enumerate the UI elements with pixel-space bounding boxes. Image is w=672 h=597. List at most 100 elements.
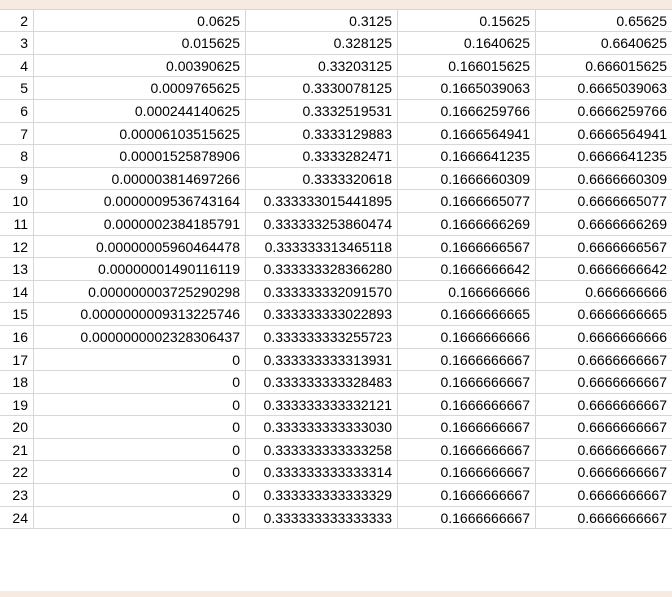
cell-column-a[interactable]: 0.00390625 <box>34 54 246 77</box>
cell-column-d[interactable]: 0.6666666667 <box>536 507 672 529</box>
cell-column-b[interactable]: 0.3333282471 <box>246 145 398 167</box>
cell-column-d[interactable]: 0.666015625 <box>536 55 672 77</box>
cell-column-c[interactable]: 0.1666660309 <box>398 167 536 190</box>
cell-column-a[interactable]: 0.000244140625 <box>34 99 246 122</box>
cell-column-b[interactable]: 0.3125 <box>246 9 398 32</box>
row-number-cell: 11 <box>0 212 34 235</box>
cell-column-d[interactable]: 0.6666660309 <box>536 168 672 190</box>
cell-column-d[interactable]: 0.65625 <box>536 10 672 32</box>
cell-column-c[interactable]: 0.1666666667 <box>398 416 536 438</box>
cell-column-b[interactable]: 0.3330078125 <box>246 77 398 99</box>
cell-column-d[interactable]: 0.6666666665 <box>536 303 672 325</box>
cell-column-d[interactable]: 0.6666666269 <box>536 213 672 235</box>
row-number-cell: 4 <box>0 54 34 77</box>
cell-column-d[interactable]: 0.6666666667 <box>536 484 672 506</box>
cell-column-c[interactable]: 0.1665039063 <box>398 77 536 99</box>
cell-column-a[interactable]: 0 <box>34 484 246 506</box>
cell-column-b[interactable]: 0.333333313465118 <box>246 235 398 258</box>
cell-column-c[interactable]: 0.1666666667 <box>398 484 536 506</box>
table-row: 2 0.0625 0.3125 0.15625 0.65625 <box>0 9 672 33</box>
cell-column-c[interactable]: 0.1666666666 <box>398 325 536 348</box>
cell-column-b[interactable]: 0.333333333333030 <box>246 416 398 438</box>
spreadsheet-grid: 10.250.250.1250.62520.06250.31250.156250… <box>0 0 672 530</box>
cell-column-a[interactable]: 0.0000009536743164 <box>34 190 246 212</box>
cell-column-c[interactable]: 0.1666666269 <box>398 212 536 235</box>
cell-column-b[interactable]: 0.3333320618 <box>246 167 398 190</box>
cell-column-b[interactable]: 0.333333015441895 <box>246 190 398 212</box>
cell-column-a[interactable]: 0 <box>34 461 246 484</box>
cell-column-b[interactable]: 0.333333333255723 <box>246 325 398 348</box>
cell-column-a[interactable]: 0.0000002384185791 <box>34 212 246 235</box>
row-number-cell: 20 <box>0 416 34 438</box>
cell-column-c[interactable]: 0.1666666642 <box>398 258 536 280</box>
cell-column-c[interactable]: 0.1666666667 <box>398 393 536 416</box>
cell-column-d[interactable]: 0.6666259766 <box>536 100 672 122</box>
cell-column-a[interactable]: 0.0009765625 <box>34 77 246 99</box>
cell-column-b[interactable]: 0.328125 <box>246 32 398 54</box>
cell-column-c[interactable]: 0.1666666667 <box>398 461 536 484</box>
cell-column-a[interactable]: 0.015625 <box>34 32 246 54</box>
cell-column-c[interactable]: 0.166015625 <box>398 54 536 77</box>
table-row: 20 0 0.333333333333030 0.1666666667 0.666666… <box>0 416 672 439</box>
cell-column-d[interactable]: 0.6666666567 <box>536 236 672 258</box>
cell-column-c[interactable]: 0.1666666667 <box>398 438 536 461</box>
cell-column-a[interactable]: 0 <box>34 371 246 393</box>
cell-column-d[interactable]: 0.6666665077 <box>536 190 672 212</box>
cell-column-c[interactable]: 0.1666665077 <box>398 190 536 212</box>
cell-column-a[interactable]: 0 <box>34 416 246 438</box>
cell-column-d[interactable]: 0.666666666 <box>536 281 672 303</box>
cell-column-c[interactable]: 0.1640625 <box>398 32 536 54</box>
cell-column-d[interactable]: 0.6666666642 <box>536 258 672 280</box>
cell-column-c[interactable]: 0.1666259766 <box>398 99 536 122</box>
cell-column-a[interactable]: 0.00000005960464478 <box>34 235 246 258</box>
cell-column-b[interactable]: 0.3333129883 <box>246 122 398 145</box>
cell-column-d[interactable]: 0.6666564941 <box>536 123 672 145</box>
cell-column-c[interactable]: 0.166666666 <box>398 280 536 303</box>
table-row: 22 0 0.333333333333314 0.1666666667 0.666666… <box>0 461 672 485</box>
cell-column-c[interactable]: 0.1666666665 <box>398 303 536 325</box>
cell-column-b[interactable]: 0.333333253860474 <box>246 212 398 235</box>
cell-column-b[interactable]: 0.33203125 <box>246 54 398 77</box>
cell-column-a[interactable]: 0 <box>34 393 246 416</box>
cell-column-b[interactable]: 0.333333333333329 <box>246 484 398 506</box>
cell-column-a[interactable]: 0.0625 <box>34 9 246 32</box>
cell-column-c[interactable]: 0.1666666667 <box>398 371 536 393</box>
cell-column-c[interactable]: 0.1666666667 <box>398 348 536 371</box>
cell-column-a[interactable]: 0.0000000002328306437 <box>34 325 246 348</box>
cell-column-d[interactable]: 0.6666666667 <box>536 371 672 393</box>
cell-column-c[interactable]: 0.1666666667 <box>398 506 536 529</box>
cell-column-b[interactable]: 0.333333332091570 <box>246 280 398 303</box>
cell-column-b[interactable]: 0.333333333328483 <box>246 371 398 393</box>
cell-column-b[interactable]: 0.333333333333258 <box>246 438 398 461</box>
cell-column-d[interactable]: 0.6666641235 <box>536 145 672 167</box>
cell-column-b[interactable]: 0.333333333022893 <box>246 303 398 325</box>
cell-column-a[interactable]: 0.00001525878906 <box>34 145 246 167</box>
cell-column-d[interactable]: 0.6666666667 <box>536 394 672 416</box>
cell-column-b[interactable]: 0.333333333332121 <box>246 393 398 416</box>
cell-column-c[interactable]: 0.15625 <box>398 9 536 32</box>
cell-column-a[interactable]: 0.000000003725290298 <box>34 280 246 303</box>
cell-column-d[interactable]: 0.6640625 <box>536 32 672 54</box>
table-row: 6 0.000244140625 0.3332519531 0.1666259766 0… <box>0 99 672 123</box>
cell-column-d[interactable]: 0.6666666667 <box>536 416 672 438</box>
cell-column-d[interactable]: 0.6666666666 <box>536 326 672 348</box>
cell-column-b[interactable]: 0.333333333333314 <box>246 461 398 484</box>
cell-column-d[interactable]: 0.6666666667 <box>536 349 672 371</box>
cell-column-b[interactable]: 0.333333333313931 <box>246 348 398 371</box>
cell-column-c[interactable]: 0.1666666567 <box>398 235 536 258</box>
cell-column-d[interactable]: 0.6665039063 <box>536 77 672 99</box>
cell-column-a[interactable]: 0 <box>34 506 246 529</box>
cell-column-a[interactable]: 0.0000000009313225746 <box>34 303 246 325</box>
cell-column-b[interactable]: 0.333333328366280 <box>246 258 398 280</box>
cell-column-a[interactable]: 0.00000001490116119 <box>34 258 246 280</box>
cell-column-b[interactable]: 0.333333333333333 <box>246 506 398 529</box>
cell-column-a[interactable]: 0.000003814697266 <box>34 167 246 190</box>
cell-column-d[interactable]: 0.6666666667 <box>536 461 672 483</box>
cell-column-c[interactable]: 0.1666564941 <box>398 122 536 145</box>
cell-column-a[interactable]: 0.00006103515625 <box>34 122 246 145</box>
cell-column-b[interactable]: 0.3332519531 <box>246 99 398 122</box>
cell-column-c[interactable]: 0.1666641235 <box>398 145 536 167</box>
cell-column-d[interactable]: 0.6666666667 <box>536 439 672 461</box>
cell-column-a[interactable]: 0 <box>34 348 246 371</box>
cell-column-a[interactable]: 0 <box>34 438 246 461</box>
